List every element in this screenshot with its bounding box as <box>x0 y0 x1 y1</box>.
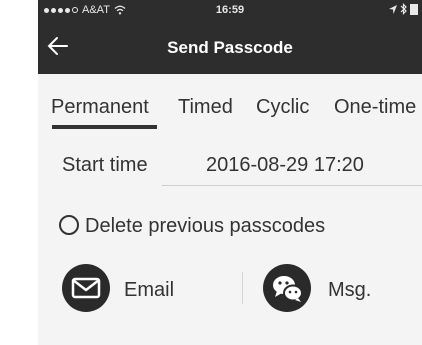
chat-bubbles-icon <box>273 276 303 302</box>
envelope-icon <box>71 277 101 299</box>
nav-bar: Send Passcode <box>38 28 422 68</box>
delete-previous-label: Delete previous passcodes <box>85 215 326 237</box>
email-button[interactable] <box>62 264 110 312</box>
tab-cyclic[interactable]: Cyclic <box>256 96 309 119</box>
email-label[interactable]: Email <box>124 279 174 302</box>
page-title: Send Passcode <box>167 38 293 57</box>
share-options: Email Msg. <box>38 258 422 318</box>
battery-icon <box>410 3 418 15</box>
start-time-label: Start time <box>62 154 148 176</box>
tab-timed[interactable]: Timed <box>178 96 233 119</box>
top-bar: A&AT 16:59 Send Passcode <box>38 0 422 74</box>
location-arrow-icon <box>389 4 397 14</box>
status-bar: A&AT 16:59 <box>38 0 422 20</box>
status-time: 16:59 <box>215 4 245 16</box>
tab-one-time[interactable]: One-time <box>334 96 416 119</box>
delete-previous-radio[interactable] <box>59 215 79 235</box>
start-time-row[interactable]: Start time 2016-08-29 17:20 <box>38 138 422 188</box>
status-right <box>389 3 418 15</box>
start-time-value[interactable]: 2016-08-29 17:20 <box>206 154 364 177</box>
phone-screen: A&AT 16:59 Send Passcode Permanent Timed… <box>38 0 422 345</box>
tab-permanent[interactable]: Permanent <box>51 96 149 119</box>
tab-selected-indicator <box>52 125 157 129</box>
msg-button[interactable] <box>263 264 311 312</box>
delete-previous-row[interactable]: Delete previous passcodes <box>38 205 422 245</box>
msg-label[interactable]: Msg. <box>328 279 371 302</box>
start-time-divider <box>162 185 422 186</box>
share-separator <box>242 272 243 304</box>
bluetooth-icon <box>400 3 407 15</box>
